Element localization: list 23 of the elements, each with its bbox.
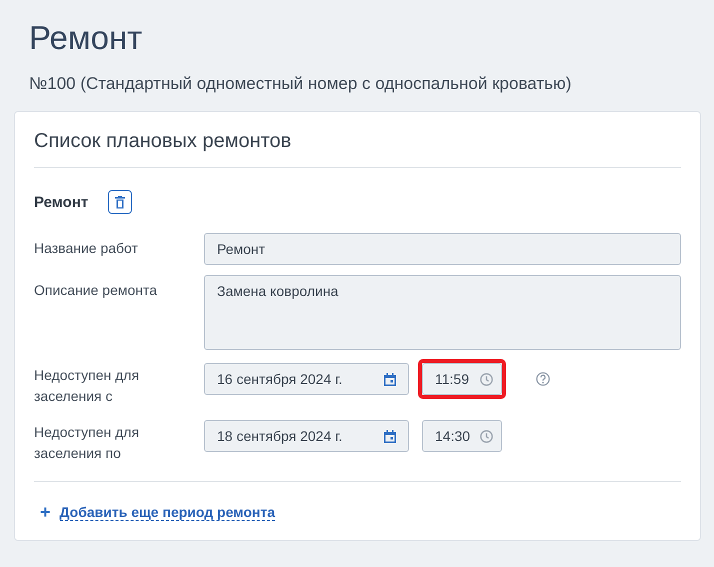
time-field[interactable]: 14:30 — [422, 420, 502, 452]
section-title: Ремонт — [34, 194, 88, 210]
page-title: Ремонт — [29, 18, 144, 58]
field-label: Недоступен для заселения по — [34, 423, 140, 463]
date-field[interactable]: 18 сентября 2024 г. — [204, 420, 409, 452]
plus-icon: + — [40, 503, 51, 521]
trash-icon — [115, 196, 126, 208]
time-field[interactable]: 11:59 — [422, 363, 502, 395]
calendar-icon — [384, 430, 396, 442]
clock-icon — [480, 430, 493, 442]
field-label: Описание ремонта — [34, 281, 158, 300]
field-label: Название работ — [34, 239, 139, 258]
date-field[interactable]: 16 сентября 2024 г. — [204, 363, 409, 395]
input-field[interactable]: Ремонт — [204, 233, 681, 265]
text-area[interactable]: Замена ковролина — [204, 275, 681, 350]
delete-button[interactable] — [108, 190, 132, 214]
field-label: Недоступен для заселения с — [34, 366, 140, 406]
add-period-link[interactable]: Добавить еще период ремонта — [60, 504, 276, 520]
card-title: Список плановых ремонтов — [34, 129, 292, 154]
help-icon[interactable] — [536, 372, 550, 386]
clock-icon — [480, 372, 493, 386]
calendar-icon — [384, 372, 396, 386]
page-subtitle: №100 (Стандартный одноместный номер с односпальной кроватью) — [29, 73, 572, 95]
